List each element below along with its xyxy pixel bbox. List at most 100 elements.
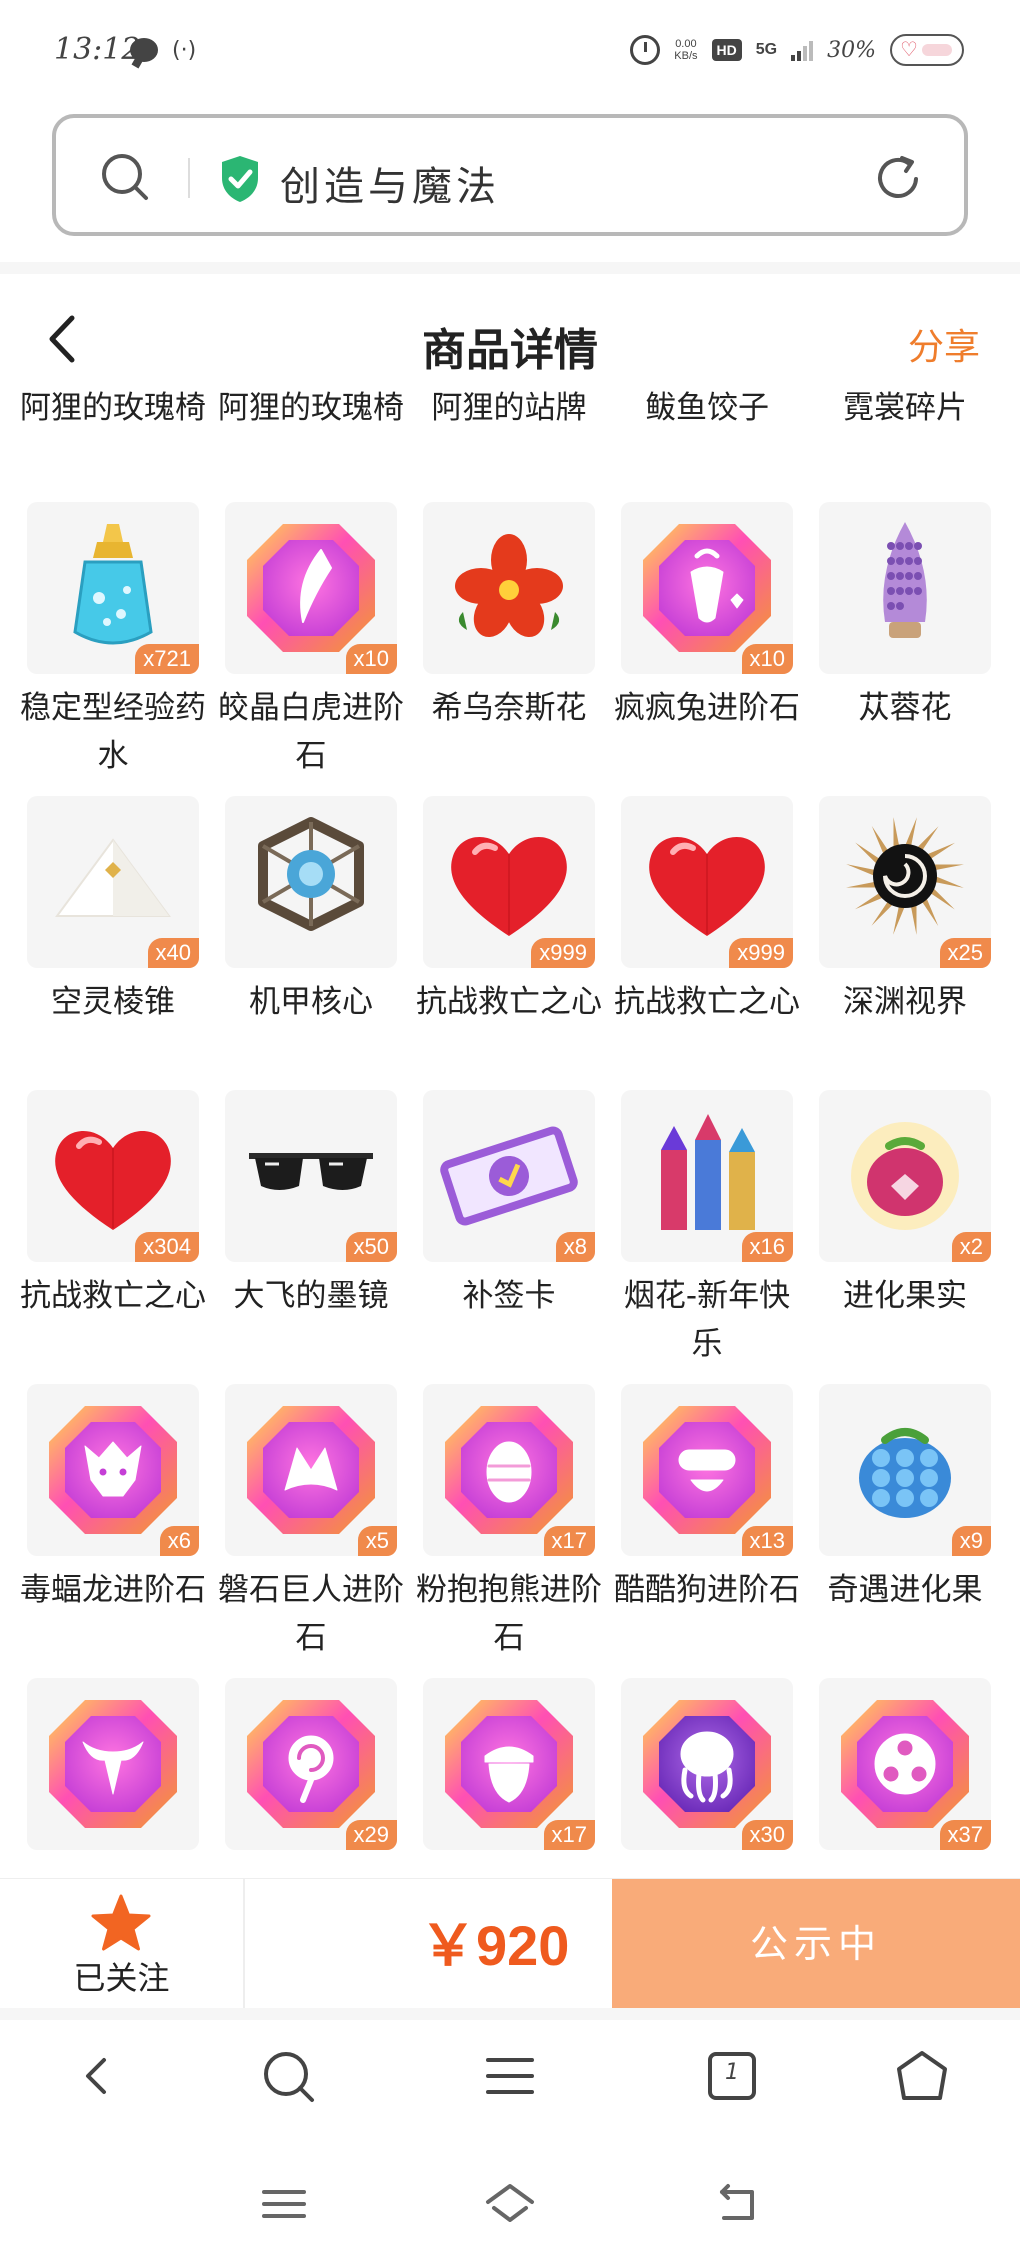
item-quantity-badge: x721	[135, 644, 199, 674]
item-name: 磐石巨人进阶石	[218, 1572, 404, 1656]
item-name: 阿狸的站牌	[431, 390, 587, 426]
item-thumbnail: x999	[423, 796, 595, 968]
item-quantity-badge: x37	[939, 1820, 991, 1850]
site-title[interactable]: 创造与魔法	[280, 154, 500, 212]
item-name: 抗战救亡之心	[416, 984, 602, 1020]
reload-icon[interactable]	[872, 152, 926, 206]
item-thumbnail	[27, 1678, 199, 1850]
item-quantity-badge: x25	[939, 938, 991, 968]
status-indicators: 0.00 KB/s HD 5G 30%	[630, 34, 964, 66]
address-divider	[188, 158, 190, 198]
item-quantity-badge: x17	[543, 1820, 595, 1850]
purple-flower-icon	[883, 522, 927, 638]
item-thumbnail: x5	[225, 1384, 397, 1556]
item-quantity-badge: x2	[951, 1232, 991, 1262]
page-header: 商品详情 分享	[0, 274, 1020, 384]
item-thumbnail: x2	[819, 1090, 991, 1262]
signal-icon	[791, 39, 814, 61]
item-name: 酷酷狗进阶石	[614, 1572, 800, 1608]
item-thumbnail	[225, 796, 397, 968]
item-quantity-badge: x5	[357, 1526, 397, 1556]
mech-core-icon	[258, 817, 364, 931]
item-quantity-badge: x304	[135, 1232, 199, 1262]
item-name: 机甲核心	[249, 984, 373, 1020]
item-quantity-badge: x6	[159, 1526, 199, 1556]
status-time: 13:12	[54, 32, 141, 67]
menu-icon[interactable]	[258, 2178, 310, 2230]
item-name: 鲅鱼饺子	[645, 390, 769, 426]
status-bar: 13:12 (·) 0.00 KB/s HD 5G 30%	[0, 0, 1020, 105]
chat-notification-icon	[130, 38, 158, 62]
network-speed-unit: KB/s	[674, 50, 698, 62]
alarm-icon	[630, 35, 661, 65]
home-icon[interactable]	[484, 2178, 536, 2230]
item-name: 希乌奈斯花	[431, 690, 587, 726]
item-quantity-badge: x8	[555, 1232, 595, 1262]
item-thumbnail	[819, 502, 991, 674]
browser-toolbar: 1	[0, 2020, 1020, 2140]
network-speed-value: 0.00	[675, 38, 697, 50]
red-flower-icon	[455, 534, 563, 638]
item-thumbnail: x10	[225, 502, 397, 674]
item-name: 空灵棱锥	[51, 984, 175, 1020]
item-quantity-badge: x50	[345, 1232, 397, 1262]
item-thumbnail: x999	[621, 796, 793, 968]
tab-count: 1	[725, 2060, 739, 2085]
network-speed: 0.00 KB/s	[674, 38, 697, 62]
item-quantity-badge: x10	[741, 644, 793, 674]
search-icon[interactable]	[260, 2048, 316, 2104]
item-thumbnail: x29	[225, 1678, 397, 1850]
item-quantity-badge: x29	[345, 1820, 397, 1850]
search-icon[interactable]	[100, 152, 150, 202]
battery-percent: 30%	[827, 37, 876, 63]
item-name: 毒蝠龙进阶石	[20, 1572, 206, 1608]
item-quantity-badge: x16	[741, 1232, 793, 1262]
item-name: 粉抱抱熊进阶石	[416, 1572, 602, 1656]
item-quantity-badge: x40	[147, 938, 199, 968]
item-name: 疯疯兔进阶石	[614, 690, 800, 726]
publicity-status-button[interactable]: 公示中	[612, 1879, 1020, 2009]
network-type: 5G	[755, 41, 778, 58]
item-quantity-badge: x999	[531, 938, 595, 968]
item-quantity-badge: x17	[543, 1526, 595, 1556]
price: ￥920	[420, 1914, 570, 1977]
item-quantity-badge: x9	[951, 1526, 991, 1556]
item-thumbnail: x37	[819, 1678, 991, 1850]
divider-band	[0, 262, 1020, 274]
item-quantity-badge: x30	[741, 1820, 793, 1850]
item-name: 补签卡	[462, 1278, 556, 1314]
item-name: 稳定型经验药水	[20, 690, 206, 774]
back-icon[interactable]	[70, 2048, 126, 2104]
item-name: 深渊视界	[843, 984, 967, 1020]
item-name: 霓裳碎片	[843, 390, 967, 426]
item-thumbnail: x17	[423, 1384, 595, 1556]
item-quantity-badge: x10	[345, 644, 397, 674]
tabs-button[interactable]: 1	[704, 2048, 760, 2104]
menu-icon[interactable]	[482, 2048, 538, 2104]
item-thumbnail: x721	[27, 502, 199, 674]
home-icon[interactable]	[894, 2048, 950, 2104]
item-name: 进化果实	[843, 1278, 967, 1314]
action-bar: 已关注 ￥920 公示中	[0, 1878, 1020, 2009]
item-name: 抗战救亡之心	[614, 984, 800, 1020]
item-thumbnail: x25	[819, 796, 991, 968]
back-icon[interactable]	[712, 2178, 764, 2230]
item-thumbnail	[423, 502, 595, 674]
item-thumbnail: x9	[819, 1384, 991, 1556]
item-name: 苁蓉花	[858, 690, 952, 726]
item-thumbnail: x17	[423, 1678, 595, 1850]
page-title: 商品详情	[422, 325, 598, 376]
item-name: 皎晶白虎进阶石	[218, 690, 404, 774]
item-thumbnail: x50	[225, 1090, 397, 1262]
share-button[interactable]: 分享	[908, 318, 980, 370]
item-thumbnail: x8	[423, 1090, 595, 1262]
item-thumbnail: x16	[621, 1090, 793, 1262]
item-thumbnail: x304	[27, 1090, 199, 1262]
item-thumbnail: x13	[621, 1384, 793, 1556]
nfc-icon: (·)	[172, 38, 197, 63]
item-name: 奇遇进化果	[827, 1572, 983, 1608]
shield-check-icon	[222, 156, 258, 202]
address-bar[interactable]: 创造与魔法	[52, 114, 968, 236]
item-thumbnail: x6	[27, 1384, 199, 1556]
item-name: 阿狸的玫瑰椅	[20, 390, 206, 426]
